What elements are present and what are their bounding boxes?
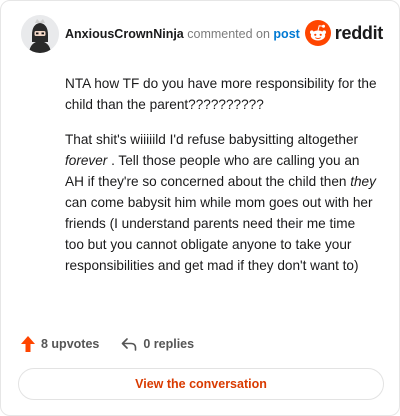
upvote-arrow-icon <box>21 336 35 352</box>
comment-footer: 8 upvotes 0 replies <box>21 335 194 353</box>
comment-body: NTA how TF do you have more responsibili… <box>65 73 377 290</box>
reddit-logo[interactable]: reddit <box>304 19 384 47</box>
avatar[interactable] <box>21 15 59 53</box>
reddit-wordmark: reddit <box>334 22 384 43</box>
comment-emphasis: they <box>350 174 376 189</box>
replies-count: 0 replies <box>143 337 195 351</box>
comment-text: . Tell those people who are calling you … <box>65 153 360 189</box>
avatar-ninja-icon <box>21 15 59 53</box>
commented-on-label: commented on <box>187 27 270 41</box>
comment-text: That shit's wiiiiild I'd refuse babysitt… <box>65 132 359 147</box>
comment-meta: AnxiousCrownNinja commented on post <box>65 27 300 41</box>
reply-arrow-icon <box>122 338 137 351</box>
comment-text: can come babysit him while mom goes out … <box>65 195 373 273</box>
username[interactable]: AnxiousCrownNinja <box>65 27 184 41</box>
comment-emphasis: forever <box>65 153 108 168</box>
upvotes-stat[interactable]: 8 upvotes <box>21 336 99 352</box>
view-conversation-button[interactable]: View the conversation <box>18 368 384 400</box>
comment-paragraph-2: That shit's wiiiiild I'd refuse babysitt… <box>65 129 377 276</box>
upvotes-count: 8 upvotes <box>41 337 100 351</box>
replies-stat[interactable]: 0 replies <box>121 337 194 351</box>
comment-header: AnxiousCrownNinja commented on post redd… <box>21 13 383 57</box>
reddit-logo-icon <box>304 20 331 46</box>
post-link[interactable]: post <box>273 27 299 41</box>
comment-card: AnxiousCrownNinja commented on post redd… <box>0 0 400 416</box>
comment-paragraph-1: NTA how TF do you have more responsibili… <box>65 76 377 112</box>
